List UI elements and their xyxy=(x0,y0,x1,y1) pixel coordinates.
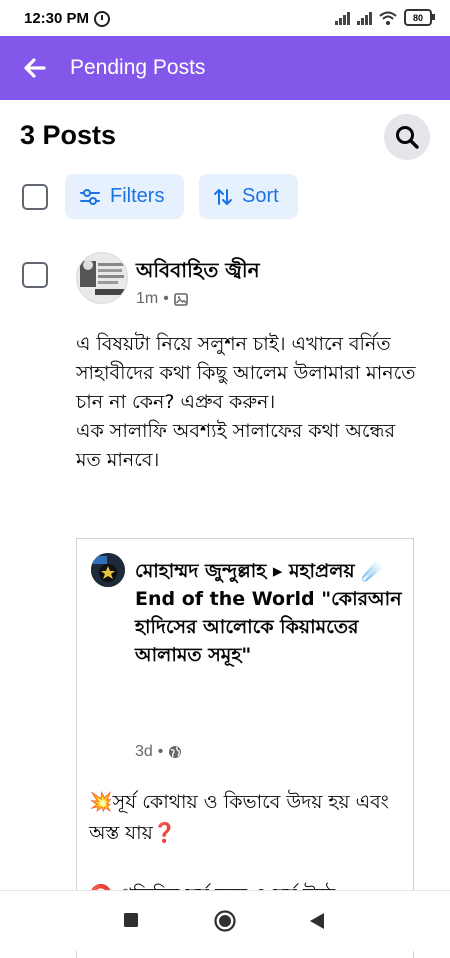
post-author-name[interactable]: অবিবাহিত জ্বীন xyxy=(136,256,260,289)
signal-icon-2 xyxy=(357,11,372,25)
sort-label: Sort xyxy=(242,185,279,207)
filters-label: Filters xyxy=(110,185,165,207)
post-text-line: এক সালাফি অবশ্যই সালাফের কথা অন্ধের মত ম… xyxy=(76,420,396,471)
back-arrow-icon[interactable] xyxy=(20,53,50,83)
avatar-image xyxy=(77,253,127,303)
search-icon xyxy=(396,126,419,149)
shared-text-line: 💥সূর্য কোথায় ও কিভাবে উদয় হয় এবং অস্ত… xyxy=(89,791,389,844)
status-indicators: 80 xyxy=(335,9,435,26)
alarm-icon xyxy=(94,11,110,27)
shared-post-body: 💥সূর্য কোথায় ও কিভাবে উদয় হয় এবং অস্ত… xyxy=(89,787,407,849)
sort-button[interactable]: Sort xyxy=(199,174,298,219)
shared-time: 3d xyxy=(135,743,153,760)
filter-sliders-icon xyxy=(80,188,100,205)
filters-button[interactable]: Filters xyxy=(65,174,184,219)
shared-author-avatar[interactable] xyxy=(91,553,125,587)
app-bar: Pending Posts xyxy=(0,36,450,100)
select-all-checkbox[interactable] xyxy=(22,184,48,210)
meta-dot: • xyxy=(163,290,169,307)
signal-icon xyxy=(335,11,350,25)
back-button[interactable] xyxy=(309,912,325,930)
photo-icon xyxy=(174,292,188,306)
meta-dot: • xyxy=(157,743,164,760)
status-time: 12:30 PM xyxy=(24,10,90,27)
search-button[interactable] xyxy=(384,114,430,160)
recents-button[interactable] xyxy=(123,912,139,928)
author-avatar[interactable] xyxy=(76,252,128,304)
battery-icon: 80 xyxy=(404,9,435,26)
wifi-icon xyxy=(379,11,397,25)
post-text-line: এ বিষয়টা নিয়ে সলুশন চাই। এখানে বর্নিত … xyxy=(76,333,416,413)
post-body: এ বিষয়টা নিয়ে সলুশন চাই। এখানে বর্নিত … xyxy=(76,330,416,475)
shared-author-name[interactable]: মোহাম্মদ জুন্দুল্লাহ ▸ মহাপ্রলয় ☄️ End … xyxy=(135,557,405,669)
posts-count: 3 Posts xyxy=(20,120,117,150)
home-button[interactable] xyxy=(214,910,236,932)
post-select-checkbox[interactable] xyxy=(22,262,48,288)
globe-icon xyxy=(169,746,182,758)
post-meta: 1m • xyxy=(136,290,188,308)
sort-arrows-icon xyxy=(214,188,232,205)
status-bar: 12:30 PM 80 xyxy=(0,0,450,36)
shared-meta: 3d • xyxy=(135,743,182,761)
page-title: Pending Posts xyxy=(70,56,206,79)
system-nav-bar xyxy=(0,890,450,951)
battery-level: 80 xyxy=(412,12,423,23)
post-time: 1m xyxy=(136,290,159,307)
avatar-image xyxy=(91,553,125,587)
